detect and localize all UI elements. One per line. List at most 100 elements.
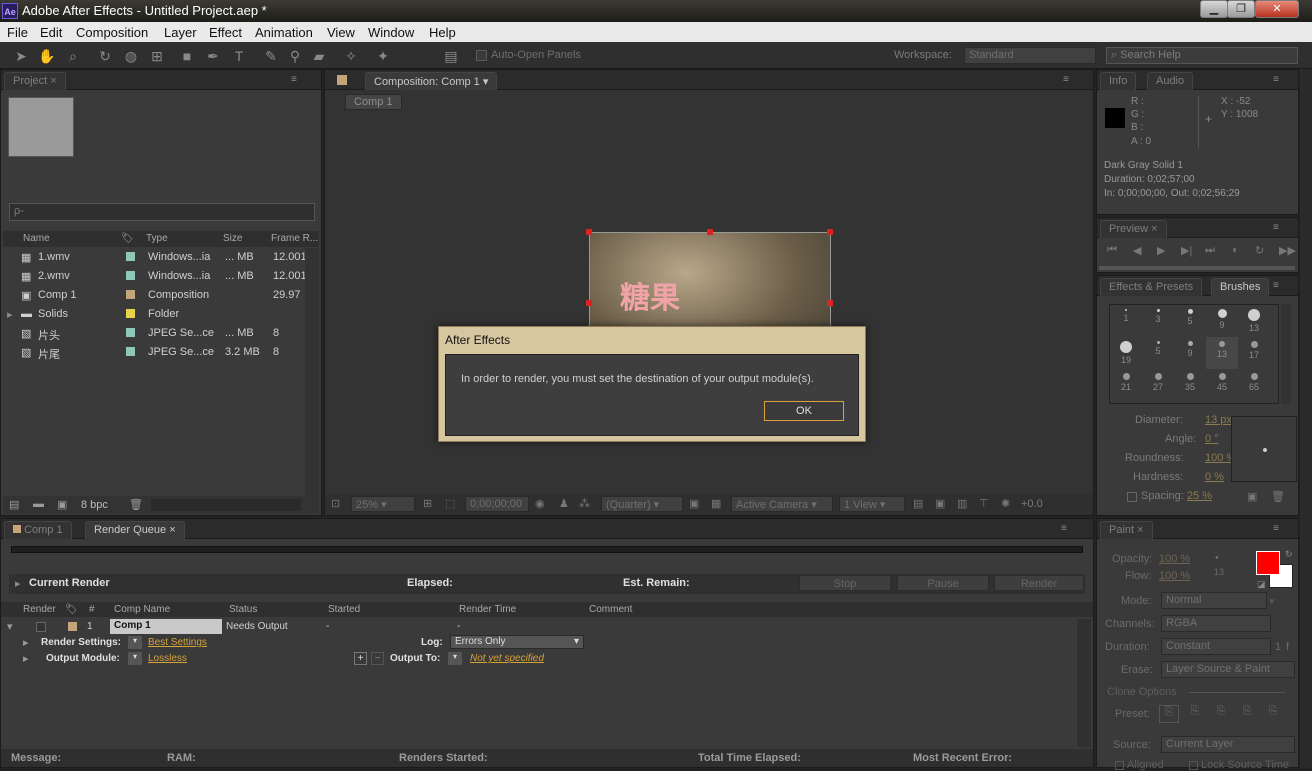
chevron-down-icon[interactable]: ▾: [1269, 595, 1275, 608]
preview-scrollbar[interactable]: [1099, 266, 1295, 270]
right-dock-scrollbar[interactable]: [1300, 69, 1312, 768]
layer-handle[interactable]: [586, 300, 592, 306]
column-type[interactable]: Type: [146, 233, 168, 244]
tab-effects-presets[interactable]: Effects & Presets: [1100, 278, 1203, 296]
clone-preset-3-icon[interactable]: ⎘: [1211, 705, 1231, 723]
column-size[interactable]: Size: [223, 233, 242, 244]
channels-dropdown[interactable]: RGBA: [1161, 615, 1271, 632]
output-to-value[interactable]: Not yet specified: [470, 653, 544, 664]
render-checkbox[interactable]: [36, 622, 46, 632]
label-color[interactable]: [126, 347, 135, 356]
first-frame-icon[interactable]: ⏮: [1107, 244, 1117, 257]
delete-icon[interactable]: 🗑: [129, 498, 143, 511]
duration-number[interactable]: 1: [1275, 641, 1281, 653]
resolution-dropdown[interactable]: (Quarter) ▾: [601, 496, 683, 512]
auto-open-checkbox[interactable]: [476, 50, 487, 61]
source-dropdown[interactable]: Current Layer: [1161, 736, 1295, 753]
duration-dropdown[interactable]: Constant: [1161, 638, 1271, 655]
fast-previews-icon[interactable]: ▣: [689, 497, 699, 510]
new-brush-icon[interactable]: ▣: [1247, 490, 1257, 503]
bpc-label[interactable]: 8 bpc: [81, 499, 108, 511]
transparency-grid-icon[interactable]: ▦: [711, 497, 721, 510]
new-composition-icon[interactable]: ▣: [57, 498, 67, 511]
project-row[interactable]: ▸ ▬ Solids Folder: [3, 305, 303, 324]
region-of-interest-icon[interactable]: ⬚: [445, 497, 455, 510]
brush-tip[interactable]: 5: [1142, 337, 1174, 369]
restore-icon[interactable]: ❐: [1227, 0, 1255, 18]
menu-help[interactable]: Help: [429, 25, 456, 40]
render-settings-dropdown-icon[interactable]: ▾: [128, 636, 142, 649]
brush-tip-selected[interactable]: 13: [1206, 337, 1238, 369]
render-settings-value[interactable]: Best Settings: [148, 637, 207, 648]
label-color[interactable]: [68, 622, 77, 631]
panel-menu-icon[interactable]: ≡: [291, 74, 297, 85]
layer-handle[interactable]: [586, 229, 592, 235]
output-to-dropdown-icon[interactable]: ▾: [448, 652, 462, 665]
label-color[interactable]: [126, 309, 135, 318]
angle-value[interactable]: 0 °: [1205, 433, 1219, 445]
always-preview-icon[interactable]: ⊡: [331, 497, 340, 510]
expand-triangle-icon[interactable]: ▸: [23, 636, 29, 649]
label-color[interactable]: [126, 290, 135, 299]
tab-preview[interactable]: Preview ×: [1100, 220, 1167, 238]
zoom-tool-icon[interactable]: ⌕: [64, 47, 82, 65]
tab-brushes[interactable]: Brushes: [1211, 278, 1270, 296]
project-search-input[interactable]: ρ‐: [9, 203, 315, 221]
menu-animation[interactable]: Animation: [255, 25, 313, 40]
ram-preview-icon[interactable]: ▶▶: [1279, 244, 1296, 257]
project-row[interactable]: ▧ 片尾 JPEG Se...ce 3.2 MB 8: [3, 343, 303, 362]
brush-tool-icon[interactable]: ✎: [262, 47, 280, 65]
label-color[interactable]: [126, 271, 135, 280]
brush-tip[interactable]: 21: [1110, 369, 1142, 401]
brush-tip[interactable]: 27: [1142, 369, 1174, 401]
opacity-value[interactable]: 100 %: [1159, 553, 1190, 565]
label-color[interactable]: [126, 328, 135, 337]
menu-edit[interactable]: Edit: [40, 25, 62, 40]
clone-preset-2-icon[interactable]: ⎘: [1185, 705, 1205, 723]
eraser-tool-icon[interactable]: ▰: [310, 47, 328, 65]
render-queue-scrollbar[interactable]: [1077, 619, 1091, 747]
menu-view[interactable]: View: [327, 25, 355, 40]
puppet-tool-icon[interactable]: ✦: [374, 47, 392, 65]
interpret-footage-icon[interactable]: ▤: [9, 498, 19, 511]
tab-comp-1[interactable]: Comp 1: [4, 521, 72, 539]
reset-colors-icon[interactable]: ◪: [1257, 579, 1266, 590]
layer-handle[interactable]: [827, 229, 833, 235]
brush-tip[interactable]: 65: [1238, 369, 1270, 401]
brush-tip[interactable]: 5: [1174, 305, 1206, 337]
column-render-time[interactable]: Render Time: [459, 604, 516, 615]
last-frame-icon[interactable]: ⏭: [1205, 244, 1215, 257]
channel-icon[interactable]: ⁂: [579, 497, 590, 510]
camera-tool-icon[interactable]: ◍: [122, 47, 140, 65]
grid-icon[interactable]: ⊞: [423, 497, 432, 510]
delete-brush-icon[interactable]: 🗑: [1271, 490, 1285, 503]
new-folder-icon[interactable]: ▬: [33, 498, 44, 510]
pan-behind-tool-icon[interactable]: ⊞: [148, 47, 166, 65]
erase-dropdown[interactable]: Layer Source & Paint: [1161, 661, 1295, 678]
tab-project[interactable]: Project ×: [4, 72, 66, 90]
layer-handle[interactable]: [827, 300, 833, 306]
panel-menu-icon[interactable]: ≡: [1273, 222, 1279, 233]
expand-triangle-icon[interactable]: ▸: [15, 577, 21, 590]
clone-stamp-tool-icon[interactable]: ⚲: [286, 47, 304, 65]
column-frame-rate[interactable]: Frame R...: [271, 233, 318, 244]
spacing-value[interactable]: 25 %: [1187, 490, 1212, 502]
label-column-icon[interactable]: 🏷: [65, 604, 78, 615]
brush-tip[interactable]: 1: [1110, 305, 1142, 337]
camera-dropdown[interactable]: Active Camera ▾: [731, 496, 833, 512]
roto-brush-tool-icon[interactable]: ✧: [342, 47, 360, 65]
rotation-tool-icon[interactable]: ↻: [96, 47, 114, 65]
clone-preset-4-icon[interactable]: ⎘: [1237, 705, 1257, 723]
audio-icon[interactable]: ◖: [1231, 244, 1238, 256]
swap-colors-icon[interactable]: ↻: [1285, 549, 1293, 560]
column-started[interactable]: Started: [328, 604, 360, 615]
layer-handle[interactable]: [707, 229, 713, 235]
zoom-dropdown[interactable]: 25% ▾: [351, 496, 415, 512]
snapshot-icon[interactable]: ◉: [535, 497, 545, 510]
render-item-row[interactable]: ▾ 1 Comp 1 Needs Output - -: [1, 619, 1077, 635]
column-number[interactable]: #: [89, 604, 95, 615]
play-icon[interactable]: ▶: [1157, 244, 1165, 257]
brush-tip[interactable]: 3: [1142, 305, 1174, 337]
brush-tip[interactable]: 9: [1206, 305, 1238, 337]
tab-composition[interactable]: Composition: Comp 1 ▾: [365, 72, 498, 90]
